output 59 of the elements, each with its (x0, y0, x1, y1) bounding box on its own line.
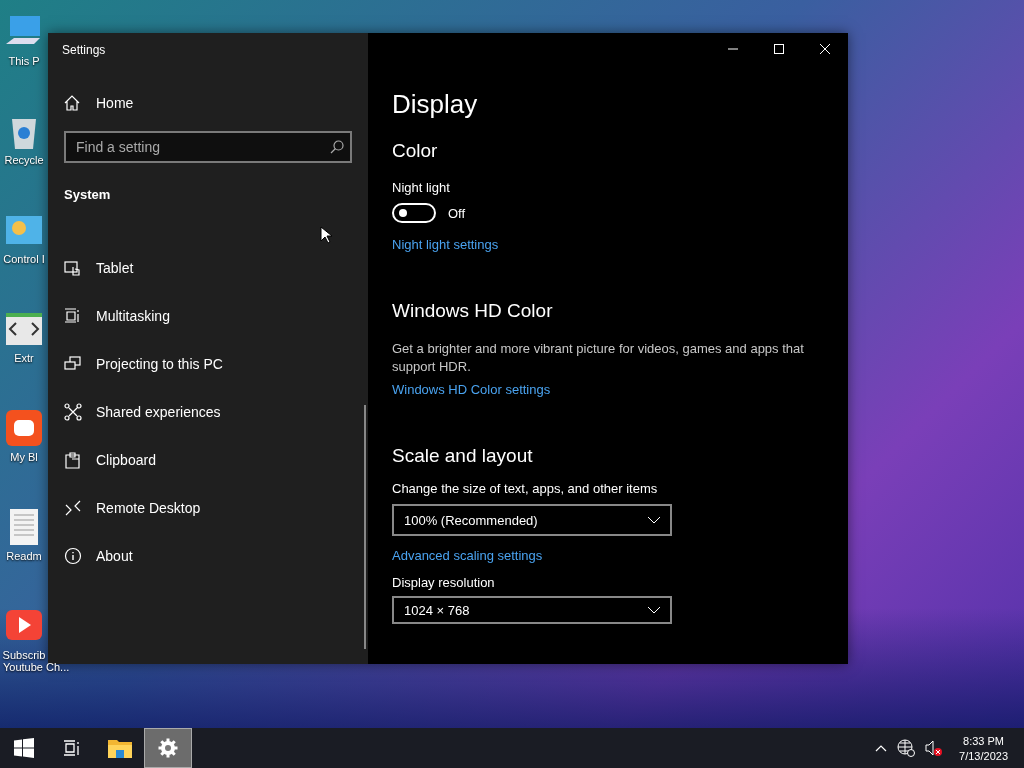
desktop-icon-label: Extr (14, 352, 34, 364)
globe-icon[interactable] (897, 739, 916, 757)
maximize-icon (774, 44, 784, 54)
desktop-icon-label: This P (8, 55, 40, 67)
settings-link[interactable]: Night light settings (392, 237, 499, 252)
clock-date: 7/13/2023 (959, 749, 1008, 762)
network-nodes-icon (64, 403, 82, 421)
section-heading: System (64, 187, 112, 202)
home-icon (64, 95, 80, 111)
tablet-icon (64, 259, 82, 277)
scrollbar[interactable] (364, 405, 366, 649)
desktop-icon-label: Control I (3, 253, 45, 265)
settings-link[interactable]: Advanced scaling settings (392, 548, 543, 563)
search-field[interactable]: Find a setting (64, 131, 352, 163)
dropdown[interactable]: 100% (Recommended) (392, 504, 672, 536)
setting-label: Night light (392, 180, 451, 195)
clipboard-icon (64, 451, 82, 469)
nav-item[interactable]: Remote Desktop (96, 500, 201, 516)
section-heading: Windows HD Color (392, 300, 554, 322)
mouse-cursor (320, 226, 332, 244)
speaker-muted-icon[interactable] (925, 739, 944, 757)
caret-icon[interactable] (875, 744, 888, 752)
chevrons-icon (64, 499, 82, 517)
nav-item[interactable]: Clipboard (96, 452, 156, 468)
desktop-icon-label: Subscrib (2, 649, 46, 661)
desktop-icon-label: Readm (6, 550, 42, 562)
desktop-icon-label: Youtube Ch... (3, 661, 70, 673)
clock-time: 8:33 PM (963, 734, 1004, 747)
window-title: Settings (61, 42, 107, 59)
section-heading: Color (392, 140, 439, 162)
info-icon (64, 547, 82, 565)
description: Get a brighter and more vibrant picture for videos, games and apps that support HDR. (392, 340, 805, 376)
toggle-switch[interactable] (392, 203, 436, 223)
chevron-down-icon (648, 606, 660, 614)
screens-icon (64, 355, 82, 373)
dropdown[interactable]: 1024 × 768 (392, 596, 672, 624)
windows-icon (14, 738, 34, 758)
setting-label: Display resolution (392, 575, 496, 590)
home-link[interactable]: Home (96, 95, 134, 111)
setting-label: Change the size of text, apps, and other items (392, 481, 659, 496)
gear-icon (158, 738, 178, 758)
settings-link[interactable]: Windows HD Color settings (392, 382, 551, 397)
chevron-down-icon (648, 516, 660, 524)
search-icon (330, 140, 344, 154)
nav-item[interactable]: Projecting to this PC (96, 356, 223, 372)
folder-icon (108, 738, 132, 758)
nav-item[interactable]: About (96, 548, 133, 564)
nav-item[interactable]: Shared experiences (96, 404, 221, 420)
task-view-icon (63, 739, 81, 757)
nav-item[interactable]: Multitasking (96, 308, 170, 324)
nav-item[interactable]: Tablet (96, 260, 134, 276)
desktop-icon-label: Recycle (4, 154, 44, 166)
blog-icon[interactable] (4, 408, 44, 448)
section-heading: Scale and layout (392, 445, 534, 467)
multitasking-icon (64, 307, 82, 325)
page-title: Display (392, 89, 479, 120)
toggle-state: Off (448, 205, 466, 221)
desktop-icon-label: My Bl (10, 451, 38, 463)
close-icon (820, 44, 830, 54)
